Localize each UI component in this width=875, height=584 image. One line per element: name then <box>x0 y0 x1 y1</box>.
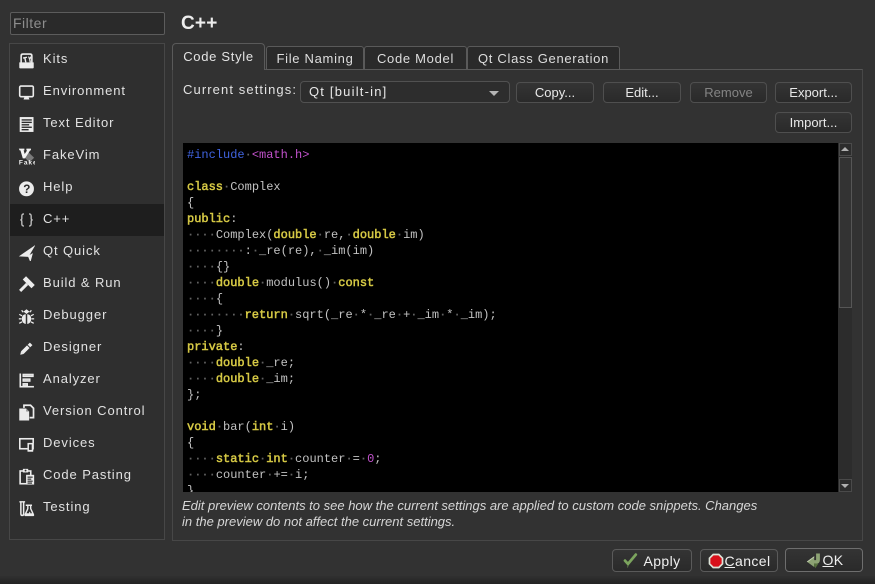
svg-text:Fake: Fake <box>19 160 35 165</box>
svg-text:?: ? <box>23 183 31 196</box>
